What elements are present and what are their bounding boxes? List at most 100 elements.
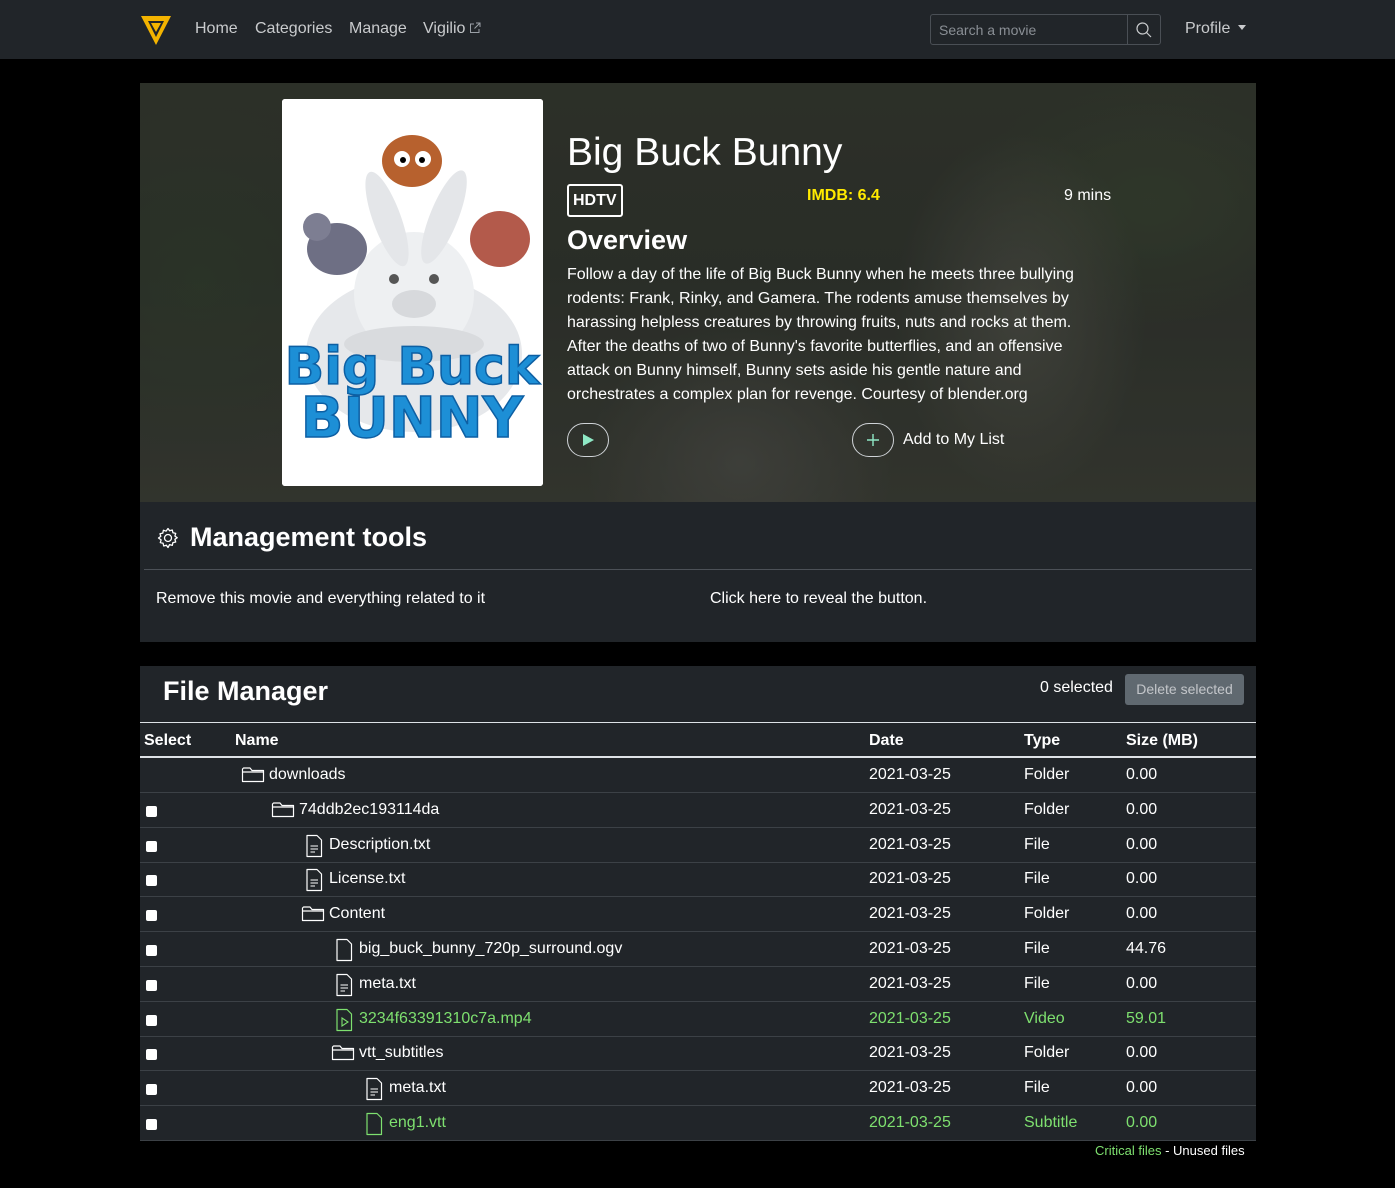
file-date: 2021-03-25	[869, 1114, 951, 1131]
table-row: Description.txt 2021-03-25 File 0.00	[140, 828, 1256, 863]
file-date: 2021-03-25	[869, 835, 951, 853]
selected-count: 0 selected	[1040, 679, 1113, 696]
file-size: 0.00	[1126, 835, 1158, 853]
file-icon	[334, 938, 354, 967]
file-manager-title: File Manager	[163, 676, 329, 706]
vigilio-logo-icon[interactable]	[140, 14, 172, 46]
external-link-icon	[470, 22, 481, 33]
row-select-checkbox[interactable]	[146, 979, 157, 991]
file-type: File	[1024, 835, 1050, 853]
file-type: File	[1024, 940, 1050, 957]
column-header-name[interactable]: Name	[235, 732, 279, 750]
file-name[interactable]: 74ddb2ec193114da	[299, 801, 439, 819]
file-size: 44.76	[1126, 940, 1167, 957]
nav-vigilio-label: Vigilio	[423, 20, 466, 37]
file-size: 0.00	[1126, 800, 1158, 818]
file-date: 2021-03-25	[869, 766, 951, 783]
file-type: Folder	[1024, 766, 1070, 783]
row-select-checkbox[interactable]	[146, 945, 157, 956]
reveal-button-link[interactable]: Click here to reveal the button.	[710, 590, 927, 608]
search-input[interactable]	[931, 15, 1127, 44]
profile-dropdown[interactable]: Profile	[1185, 20, 1247, 38]
file-size: 0.00	[1126, 1079, 1158, 1097]
file-date: 2021-03-25	[869, 800, 951, 818]
search-icon	[1136, 21, 1152, 37]
nav-manage-link[interactable]: Manage	[349, 20, 407, 38]
file-name[interactable]: Content	[329, 905, 385, 923]
overview-text: Follow a day of the life of Big Buck Bun…	[567, 266, 1074, 403]
file-name[interactable]: Description.txt	[329, 836, 430, 854]
movie-poster: Big Buck BUNNY	[282, 99, 543, 486]
quality-badge: HDTV	[567, 184, 623, 217]
search-button[interactable]	[1127, 15, 1160, 44]
file-size: 0.00	[1126, 1044, 1158, 1062]
table-row: 3234f63391310c7a.mp4 2021-03-25 Video 59.01	[140, 1002, 1256, 1037]
row-select-checkbox[interactable]	[146, 1014, 157, 1026]
profile-label: Profile	[1185, 20, 1231, 37]
legend-separator: -	[1161, 1143, 1174, 1158]
navbar: Home Categories Manage Vigilio Profile	[0, 0, 1395, 59]
file-date: 2021-03-25	[869, 870, 951, 888]
row-select-checkbox[interactable]	[146, 840, 157, 852]
plus-icon	[867, 434, 879, 446]
folder-icon	[241, 764, 265, 789]
text-file-icon	[304, 868, 324, 897]
overview-heading: Overview	[567, 225, 688, 255]
legend-critical: Critical files	[1095, 1143, 1162, 1158]
divider	[144, 569, 1252, 570]
file-date: 2021-03-25	[869, 1009, 951, 1027]
legend-unused: Unused files	[1173, 1143, 1245, 1158]
nav-categories-link[interactable]: Categories	[255, 20, 332, 38]
file-size: 0.00	[1126, 905, 1158, 923]
table-row: downloads 2021-03-25 Folder 0.00	[140, 758, 1256, 793]
file-name[interactable]: big_buck_bunny_720p_surround.ogv	[359, 940, 622, 958]
file-name[interactable]: eng1.vtt	[389, 1114, 446, 1132]
movie-hero: Big Buck BUNNY Big Buck Bunny HDTV IMDB:…	[140, 83, 1256, 503]
file-name[interactable]: meta.txt	[359, 975, 416, 993]
text-file-icon	[334, 973, 354, 1002]
column-header-type[interactable]: Type	[1024, 732, 1060, 750]
divider	[140, 722, 1256, 723]
table-row: meta.txt 2021-03-25 File 0.00	[140, 967, 1256, 1002]
file-name[interactable]: License.txt	[329, 870, 405, 888]
row-select-checkbox[interactable]	[146, 910, 157, 922]
column-header-date[interactable]: Date	[869, 732, 904, 750]
file-type: File	[1024, 974, 1050, 992]
column-header-size[interactable]: Size (MB)	[1126, 732, 1198, 750]
file-name[interactable]: meta.txt	[389, 1079, 446, 1097]
file-type: Folder	[1024, 800, 1070, 818]
chevron-down-icon	[1238, 25, 1247, 30]
text-file-icon	[304, 834, 324, 863]
management-title: Management tools	[190, 522, 428, 552]
play-button[interactable]	[567, 423, 609, 457]
file-manager-panel: File Manager 0 selected Delete selected …	[140, 666, 1256, 1141]
table-row: 74ddb2ec193114da 2021-03-25 Folder 0.00	[140, 793, 1256, 828]
folder-icon	[271, 799, 295, 824]
poster-title-line2: BUNNY	[301, 386, 525, 451]
row-select-checkbox[interactable]	[146, 1049, 157, 1061]
file-date: 2021-03-25	[869, 1044, 951, 1062]
row-select-checkbox[interactable]	[146, 1119, 157, 1130]
file-date: 2021-03-25	[869, 974, 951, 992]
column-header-select: Select	[144, 732, 192, 749]
row-select-checkbox[interactable]	[146, 1084, 157, 1096]
file-size: 59.01	[1126, 1009, 1167, 1027]
text-file-icon	[364, 1077, 384, 1106]
play-icon	[583, 434, 594, 446]
folder-icon	[331, 1042, 355, 1067]
file-type: Folder	[1024, 1044, 1070, 1062]
row-select-checkbox[interactable]	[146, 805, 157, 817]
file-name[interactable]: vtt_subtitles	[359, 1044, 443, 1062]
file-size: 0.00	[1126, 870, 1158, 888]
remove-movie-label: Remove this movie and everything related…	[156, 590, 486, 607]
nav-vigilio-link[interactable]: Vigilio	[423, 20, 481, 38]
nav-home-link[interactable]: Home	[195, 20, 238, 38]
delete-selected-button[interactable]: Delete selected	[1125, 674, 1244, 705]
row-select-checkbox[interactable]	[146, 875, 157, 887]
table-row: License.txt 2021-03-25 File 0.00	[140, 862, 1256, 898]
file-name[interactable]: downloads	[269, 766, 346, 784]
file-type: Folder	[1024, 905, 1070, 923]
file-name[interactable]: 3234f63391310c7a.mp4	[359, 1010, 532, 1028]
add-to-list-button[interactable]	[852, 423, 894, 457]
add-to-list-label[interactable]: Add to My List	[903, 431, 1004, 449]
